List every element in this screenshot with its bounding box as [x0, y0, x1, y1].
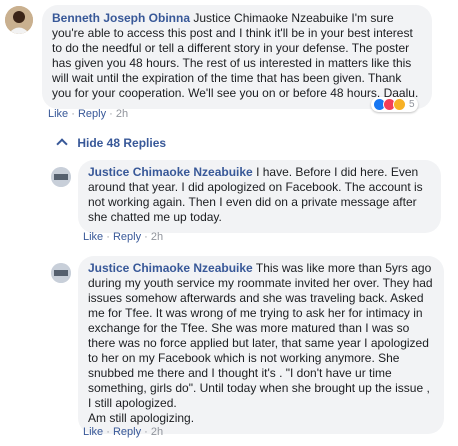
reply-avatar[interactable] [51, 263, 71, 283]
reply-bubble: Justice Chimaoke Nzeabuike This was like… [78, 256, 444, 434]
reply-avatar[interactable] [51, 167, 71, 187]
avatar[interactable] [5, 6, 33, 34]
timestamp[interactable]: 2h [151, 231, 163, 243]
like-button[interactable]: Like [83, 426, 103, 438]
separator: · [144, 426, 148, 438]
reply-bubble: Justice Chimaoke Nzeabuike I have. Befor… [78, 160, 441, 233]
reply-button[interactable]: Reply [113, 426, 141, 438]
reply-text-last-line: Am still apologizing. [88, 411, 195, 425]
profile-photo-icon [5, 6, 33, 34]
chevron-up-icon [56, 138, 68, 150]
profile-photo-icon [51, 263, 71, 283]
reply-button[interactable]: Reply [78, 108, 106, 120]
reply-button[interactable]: Reply [113, 231, 141, 243]
comment-actions: Like · Reply · 2h [48, 108, 128, 120]
reply-actions: Like · Reply · 2h [83, 231, 163, 243]
reaction-summary[interactable]: 5 [371, 97, 418, 112]
profile-photo-icon [51, 167, 71, 187]
reaction-count: 5 [409, 99, 415, 110]
haha-icon [393, 98, 406, 111]
separator: · [144, 231, 148, 243]
separator: · [71, 108, 75, 120]
like-button[interactable]: Like [48, 108, 68, 120]
timestamp[interactable]: 2h [116, 108, 128, 120]
hide-replies-button[interactable]: Hide 48 Replies [56, 136, 167, 150]
reply-author[interactable]: Justice Chimaoke Nzeabuike [88, 165, 253, 179]
comment-author[interactable]: Benneth Joseph Obinna [52, 11, 190, 25]
separator: · [106, 426, 110, 438]
separator: · [106, 231, 110, 243]
hide-replies-label: Hide 48 Replies [77, 136, 167, 150]
separator: · [109, 108, 113, 120]
reply-author[interactable]: Justice Chimaoke Nzeabuike [88, 261, 253, 275]
comment-bubble: Benneth Joseph Obinna Justice Chimaoke N… [42, 5, 432, 109]
reply-text: This was like more than 5yrs ago during … [88, 261, 433, 410]
timestamp[interactable]: 2h [151, 426, 163, 438]
like-button[interactable]: Like [83, 231, 103, 243]
reply-actions: Like · Reply · 2h [83, 426, 163, 438]
